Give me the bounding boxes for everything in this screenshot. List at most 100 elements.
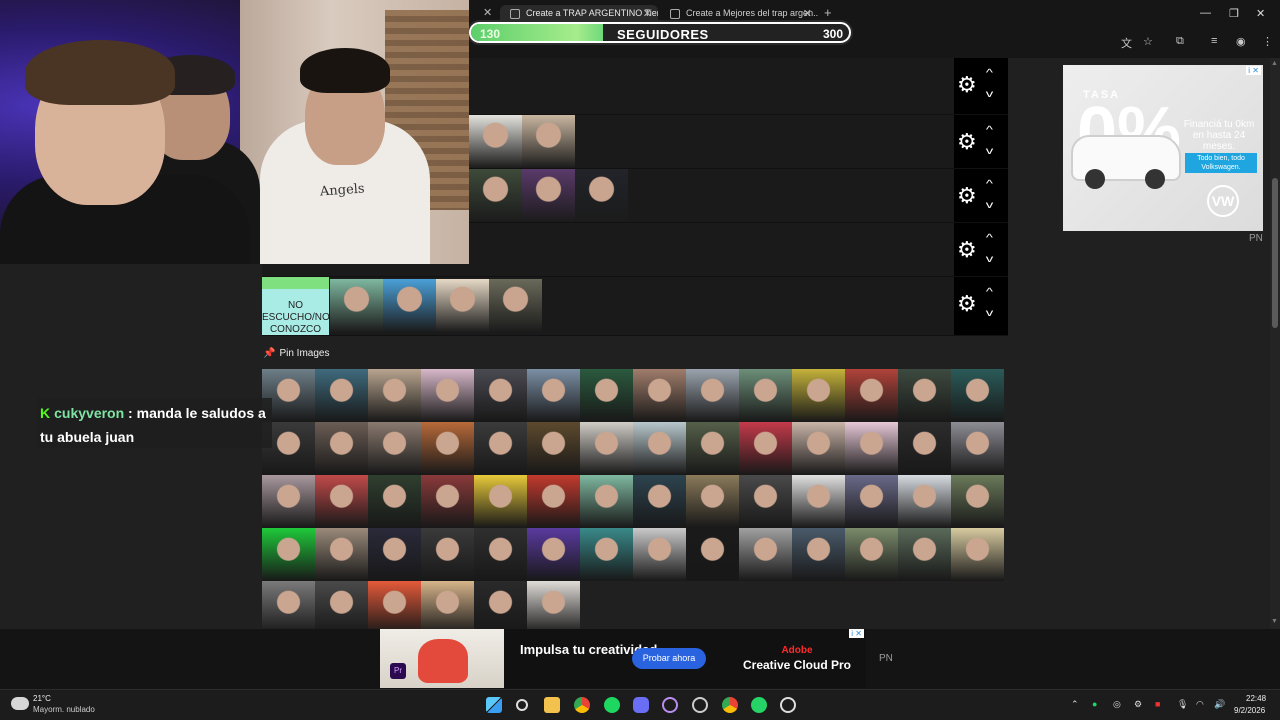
ad-choices-icon[interactable]: i ✕ bbox=[1246, 66, 1261, 75]
pin-image-tile[interactable] bbox=[421, 422, 474, 475]
tier-row[interactable]: NO ESCUCHO/NO CONOZCO ⚙ ^ v bbox=[262, 277, 1008, 336]
pin-image-tile[interactable] bbox=[951, 528, 1004, 581]
pin-image-tile[interactable] bbox=[739, 422, 792, 475]
pin-image-tile[interactable] bbox=[315, 475, 368, 528]
tab-close-icon[interactable]: ✕ bbox=[643, 7, 652, 20]
pin-image-tile[interactable] bbox=[421, 369, 474, 422]
pin-image-tile[interactable] bbox=[474, 475, 527, 528]
tray-network-app-icon[interactable]: ⚙ bbox=[1134, 699, 1142, 710]
pin-image-tile[interactable] bbox=[633, 528, 686, 581]
pin-image-tile[interactable] bbox=[951, 369, 1004, 422]
whatsapp-icon[interactable] bbox=[751, 697, 767, 713]
pin-image-tile[interactable] bbox=[315, 581, 368, 634]
discord-icon[interactable] bbox=[633, 697, 649, 713]
tab-close-icon[interactable]: ✕ bbox=[803, 7, 812, 20]
minimize-icon[interactable]: — bbox=[1200, 7, 1211, 19]
pin-image-tile[interactable] bbox=[951, 422, 1004, 475]
gear-icon[interactable]: ⚙ bbox=[957, 293, 977, 315]
artist-tile[interactable] bbox=[330, 279, 383, 332]
probar-ahora-button[interactable]: Probar ahora bbox=[632, 648, 706, 669]
pin-image-tile[interactable] bbox=[633, 369, 686, 422]
new-tab-button[interactable]: + bbox=[824, 5, 832, 20]
pin-image-tile[interactable] bbox=[898, 528, 951, 581]
move-down-icon[interactable]: v bbox=[986, 254, 994, 265]
queue-icon[interactable]: ≡ bbox=[1211, 35, 1217, 47]
pin-image-tile[interactable] bbox=[739, 475, 792, 528]
profile-avatar-icon[interactable]: ◉ bbox=[1236, 35, 1246, 48]
spotify-icon[interactable] bbox=[604, 697, 620, 713]
tray-chevron-icon[interactable]: ⌃ bbox=[1071, 699, 1079, 710]
window-close-icon[interactable]: ✕ bbox=[1256, 7, 1265, 20]
pin-image-tile[interactable] bbox=[898, 369, 951, 422]
pin-image-tile[interactable] bbox=[474, 369, 527, 422]
artist-tile[interactable] bbox=[436, 279, 489, 332]
pin-image-tile[interactable] bbox=[474, 422, 527, 475]
scroll-down-icon[interactable]: ▼ bbox=[1271, 618, 1278, 625]
pin-image-tile[interactable] bbox=[898, 422, 951, 475]
extensions-icon[interactable]: ⧉ bbox=[1176, 35, 1184, 48]
pin-image-tile[interactable] bbox=[686, 369, 739, 422]
clock-time[interactable]: 22:48 bbox=[1246, 694, 1266, 703]
pin-image-tile[interactable] bbox=[792, 475, 845, 528]
pin-image-tile[interactable] bbox=[315, 528, 368, 581]
pin-image-tile[interactable] bbox=[580, 475, 633, 528]
ad-choices-icon[interactable]: i ✕ bbox=[849, 629, 864, 638]
volume-icon[interactable]: 🔊 bbox=[1214, 699, 1225, 710]
pin-image-tile[interactable] bbox=[739, 528, 792, 581]
page-scrollbar[interactable]: ▲ ▼ bbox=[1270, 58, 1280, 629]
artist-tile[interactable] bbox=[469, 169, 522, 222]
artist-tile[interactable] bbox=[575, 169, 628, 222]
media-player-icon[interactable] bbox=[780, 697, 796, 713]
chrome-icon[interactable] bbox=[574, 697, 590, 713]
app-icon[interactable] bbox=[662, 697, 678, 713]
pin-image-tile[interactable] bbox=[527, 369, 580, 422]
pin-image-tile[interactable] bbox=[898, 475, 951, 528]
pin-image-tile[interactable] bbox=[845, 422, 898, 475]
pin-image-tile[interactable] bbox=[368, 475, 421, 528]
move-down-icon[interactable]: v bbox=[986, 200, 994, 211]
pin-image-tile[interactable] bbox=[421, 475, 474, 528]
move-up-icon[interactable]: ^ bbox=[986, 68, 993, 79]
pin-image-tile[interactable] bbox=[262, 475, 315, 528]
pin-image-tile[interactable] bbox=[474, 528, 527, 581]
pin-image-tile[interactable] bbox=[633, 422, 686, 475]
move-up-icon[interactable]: ^ bbox=[986, 125, 993, 136]
move-up-icon[interactable]: ^ bbox=[986, 233, 993, 244]
pin-image-tile[interactable] bbox=[368, 581, 421, 634]
wifi-icon[interactable]: ◠ bbox=[1196, 699, 1204, 710]
pin-image-tile[interactable] bbox=[474, 581, 527, 634]
gear-icon[interactable]: ⚙ bbox=[957, 239, 977, 261]
pin-image-tile[interactable] bbox=[633, 475, 686, 528]
tier-label[interactable]: NO ESCUCHO/NO CONOZCO bbox=[262, 277, 330, 335]
translate-icon[interactable]: 文 bbox=[1121, 35, 1132, 51]
pin-image-tile[interactable] bbox=[368, 528, 421, 581]
pin-image-tile[interactable] bbox=[580, 528, 633, 581]
windows-start-icon[interactable] bbox=[486, 697, 502, 713]
gear-icon[interactable]: ⚙ bbox=[957, 131, 977, 153]
pin-image-tile[interactable] bbox=[845, 369, 898, 422]
microphone-icon[interactable]: 🎙 bbox=[1177, 699, 1188, 710]
pin-image-tile[interactable] bbox=[580, 369, 633, 422]
move-down-icon[interactable]: v bbox=[986, 308, 994, 319]
search-icon[interactable] bbox=[516, 699, 528, 711]
tray-red-app-icon[interactable]: ■ bbox=[1155, 699, 1160, 709]
pin-image-tile[interactable] bbox=[951, 475, 1004, 528]
weather-cloud-icon[interactable] bbox=[11, 697, 29, 710]
pin-image-tile[interactable] bbox=[527, 528, 580, 581]
move-down-icon[interactable]: v bbox=[986, 89, 994, 100]
pin-image-tile[interactable] bbox=[845, 528, 898, 581]
scroll-up-icon[interactable]: ▲ bbox=[1271, 60, 1278, 67]
adobe-ad[interactable]: Pr Impulsa tu creatividad Probar ahora A… bbox=[380, 629, 866, 688]
chrome-profile-icon[interactable] bbox=[722, 697, 738, 713]
clock-date[interactable]: 9/2/2026 bbox=[1234, 706, 1265, 715]
pin-image-tile[interactable] bbox=[421, 528, 474, 581]
weather-temperature[interactable]: 21°C bbox=[33, 694, 51, 703]
move-down-icon[interactable]: v bbox=[986, 146, 994, 157]
artist-tile[interactable] bbox=[522, 169, 575, 222]
pin-image-tile[interactable] bbox=[580, 422, 633, 475]
pin-image-tile[interactable] bbox=[315, 422, 368, 475]
artist-tile[interactable] bbox=[469, 115, 522, 168]
pin-image-tile[interactable] bbox=[421, 581, 474, 634]
pin-image-tile[interactable] bbox=[262, 581, 315, 634]
pin-image-tile[interactable] bbox=[527, 475, 580, 528]
